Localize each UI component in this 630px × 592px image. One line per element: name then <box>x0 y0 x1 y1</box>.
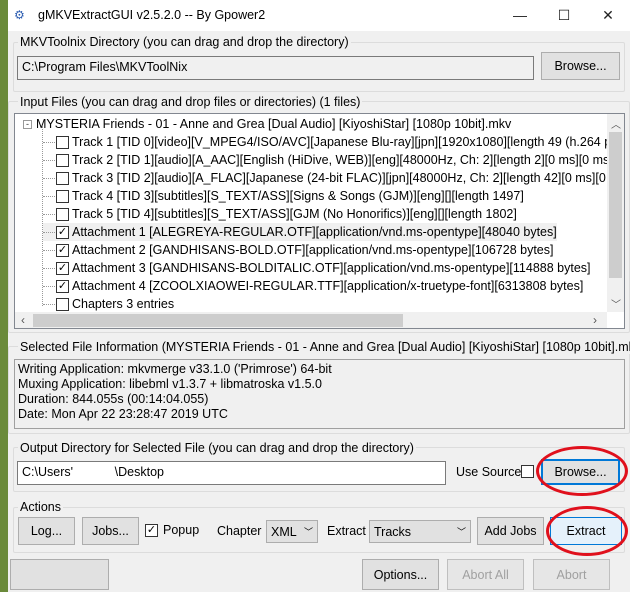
item-label: Attachment 1 [ALEGREYA-REGULAR.OTF][appl… <box>72 225 557 239</box>
actions-label: Actions <box>18 500 63 514</box>
abort-all-button: Abort All <box>447 559 524 590</box>
item-checkbox[interactable] <box>56 135 69 149</box>
tree-connector <box>43 213 55 215</box>
output-label: Output Directory for Selected File (you … <box>18 441 416 455</box>
popup-checkbox[interactable]: ✓ <box>145 524 158 537</box>
tree-connector <box>43 285 55 287</box>
tree-item[interactable]: Track 3 [TID 2][audio][A_FLAC][Japanese … <box>43 169 625 187</box>
file-info-text[interactable]: Writing Application: mkvmerge v33.1.0 ('… <box>14 359 625 429</box>
tree-item[interactable]: Track 1 [TID 0][video][V_MPEG4/ISO/AVC][… <box>43 133 625 151</box>
item-label: Attachment 4 [ZCOOLXIAOWEI-REGULAR.TTF][… <box>72 279 584 293</box>
vertical-scroll-thumb[interactable] <box>609 132 622 278</box>
annotation-ring <box>536 446 628 496</box>
item-label: Attachment 2 [GANDHISANS-BOLD.OTF][appli… <box>72 243 554 257</box>
abort-button: Abort <box>533 559 610 590</box>
item-checkbox[interactable]: ✓ <box>56 225 69 239</box>
extract-type-label: Extract <box>327 524 366 538</box>
vertical-scrollbar[interactable]: ︿ ﹀ <box>607 114 624 312</box>
item-label: Track 2 [TID 1][audio][A_AAC][English (H… <box>72 153 613 167</box>
scroll-up-icon[interactable]: ︿ <box>611 116 621 131</box>
input-files-tree[interactable]: - MYSTERIA Friends - 01 - Anne and Grea … <box>14 113 625 329</box>
item-checkbox[interactable] <box>56 297 69 311</box>
minimize-button[interactable]: — <box>500 4 540 26</box>
tree-item[interactable]: Track 4 [TID 3][subtitles][S_TEXT/ASS][S… <box>43 187 524 205</box>
item-checkbox[interactable] <box>56 153 69 167</box>
extract-type-value: Tracks <box>374 524 412 539</box>
use-source-label: Use Source <box>456 465 522 479</box>
tree-connector <box>43 141 55 143</box>
add-jobs-button[interactable]: Add Jobs <box>477 517 544 545</box>
close-button[interactable]: ✕ <box>588 4 628 26</box>
mkvtoolnix-path-input[interactable]: C:\Program Files\MKVToolNix <box>17 56 534 80</box>
maximize-button[interactable]: ☐ <box>544 4 584 26</box>
tree-item[interactable]: ✓ Attachment 3 [GANDHISANS-BOLDITALIC.OTF… <box>43 259 591 277</box>
item-label: Track 4 [TID 3][subtitles][S_TEXT/ASS][S… <box>72 189 524 203</box>
tree-connector <box>43 231 55 233</box>
item-label: Track 3 [TID 2][audio][A_FLAC][Japanese … <box>72 171 625 185</box>
item-checkbox[interactable] <box>56 207 69 221</box>
log-button[interactable]: Log... <box>18 517 75 545</box>
title-bar: ⚙ gMKVExtractGUI v2.5.2.0 -- By Gpower2 … <box>8 0 630 31</box>
tree-root[interactable]: - MYSTERIA Friends - 01 - Anne and Grea … <box>23 115 511 133</box>
tree-item[interactable]: ✓ Attachment 1 [ALEGREYA-REGULAR.OTF][app… <box>43 223 557 241</box>
item-label: Attachment 3 [GANDHISANS-BOLDITALIC.OTF]… <box>72 261 591 275</box>
chapter-label: Chapter <box>217 524 262 538</box>
info-line: Muxing Application: libebml v1.3.7 + lib… <box>18 377 322 391</box>
chevron-down-icon: ﹀ <box>303 527 313 537</box>
info-line: Writing Application: mkvmerge v33.1.0 ('… <box>18 362 332 376</box>
item-checkbox[interactable] <box>56 189 69 203</box>
options-button[interactable]: Options... <box>362 559 439 590</box>
tree-item[interactable]: Track 2 [TID 1][audio][A_AAC][English (H… <box>43 151 613 169</box>
tree-connector <box>43 303 55 305</box>
item-label: Chapters 3 entries <box>72 297 175 311</box>
tree-connector <box>43 195 55 197</box>
tree-connector <box>43 249 55 251</box>
tree-line <box>42 126 43 306</box>
horizontal-scrollbar[interactable]: ‹ › <box>15 312 607 328</box>
mkvtoolnix-browse-button[interactable]: Browse... <box>541 52 620 80</box>
item-checkbox[interactable] <box>56 171 69 185</box>
tree-item[interactable]: ✓ Attachment 4 [ZCOOLXIAOWEI-REGULAR.TTF]… <box>43 277 583 295</box>
use-source-checkbox[interactable] <box>521 465 534 478</box>
jobs-button[interactable]: Jobs... <box>82 517 139 545</box>
item-checkbox[interactable]: ✓ <box>56 243 69 257</box>
mkvtoolnix-label: MKVToolnix Directory (you can drag and d… <box>18 35 351 49</box>
extract-type-select[interactable]: Tracks ﹀ <box>369 520 471 543</box>
chapter-format-select[interactable]: XML ﹀ <box>266 520 318 543</box>
item-checkbox[interactable]: ✓ <box>56 279 69 293</box>
tree-item[interactable]: Chapters 3 entries <box>43 295 174 313</box>
popup-label: Popup <box>163 523 200 537</box>
horizontal-scroll-thumb[interactable] <box>33 314 403 327</box>
tree-connector <box>43 177 55 179</box>
tree-connector <box>43 159 55 161</box>
annotation-ring <box>546 506 628 556</box>
info-line: Date: Mon Apr 22 23:28:47 2019 UTC <box>18 407 228 421</box>
scroll-right-icon[interactable]: › <box>593 313 597 327</box>
item-checkbox[interactable]: ✓ <box>56 261 69 275</box>
chevron-down-icon: ﹀ <box>456 527 466 537</box>
chapter-format-value: XML <box>271 524 297 539</box>
check-icon: ✓ <box>146 524 157 536</box>
scroll-left-icon[interactable]: ‹ <box>21 313 25 327</box>
tree-item[interactable]: ✓ Attachment 2 [GANDHISANS-BOLD.OTF][appl… <box>43 241 553 259</box>
file-info-label: Selected File Information (MYSTERIA Frie… <box>18 340 630 354</box>
collapse-icon[interactable]: - <box>23 119 32 129</box>
status-panel <box>10 559 109 590</box>
output-path-input[interactable]: C:\Users' \Desktop <box>17 461 446 485</box>
info-line: Duration: 844.055s (00:14:04.055) <box>18 392 209 406</box>
app-icon: ⚙ <box>14 8 25 22</box>
window-title: gMKVExtractGUI v2.5.2.0 -- By Gpower2 <box>38 8 266 22</box>
input-files-label: Input Files (you can drag and drop files… <box>18 95 363 109</box>
scroll-down-icon[interactable]: ﹀ <box>611 296 621 311</box>
item-label: Track 5 [TID 4][subtitles][S_TEXT/ASS][G… <box>72 207 517 221</box>
item-label: Track 1 [TID 0][video][V_MPEG4/ISO/AVC][… <box>72 135 625 149</box>
file-name: MYSTERIA Friends - 01 - Anne and Grea [D… <box>36 117 512 131</box>
tree-connector <box>43 267 55 269</box>
tree-item[interactable]: Track 5 [TID 4][subtitles][S_TEXT/ASS][G… <box>43 205 517 223</box>
